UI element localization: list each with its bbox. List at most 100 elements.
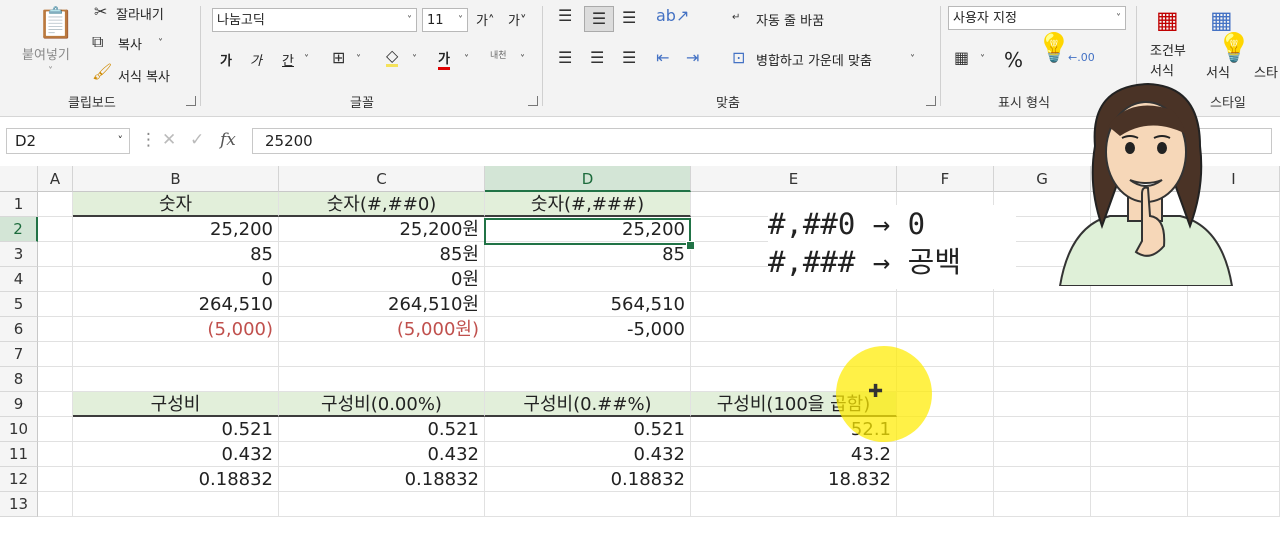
row-header-6[interactable]: 6: [0, 317, 38, 342]
cell[interactable]: [485, 342, 691, 367]
row-header-7[interactable]: 7: [0, 342, 38, 367]
cell[interactable]: [73, 492, 279, 517]
table-cell[interactable]: (5,000원): [279, 317, 485, 342]
chevron-down-icon[interactable]: ˅: [412, 52, 417, 68]
border-icon[interactable]: ⊞: [332, 50, 345, 66]
cell[interactable]: [691, 317, 897, 342]
column-header-f[interactable]: F: [897, 166, 994, 192]
table-cell[interactable]: 0.521: [279, 417, 485, 442]
cell[interactable]: [38, 367, 73, 392]
table-cell[interactable]: (5,000): [73, 317, 279, 342]
column-header-b[interactable]: B: [73, 166, 279, 192]
cell[interactable]: [38, 342, 73, 367]
cell[interactable]: [691, 492, 897, 517]
accounting-format-icon[interactable]: ▦: [954, 50, 969, 66]
grow-font-button[interactable]: 가˄: [476, 10, 494, 29]
orientation-icon[interactable]: ab↗: [656, 8, 689, 24]
chevron-down-icon[interactable]: ˅: [356, 52, 361, 68]
copy-button[interactable]: 복사: [118, 34, 142, 53]
table-header-cell[interactable]: 숫자: [73, 192, 279, 217]
align-top-icon[interactable]: ☰: [558, 8, 572, 24]
row-header-4[interactable]: 4: [0, 267, 38, 292]
cell[interactable]: [1091, 492, 1188, 517]
table-cell[interactable]: 0.521: [485, 417, 691, 442]
cell[interactable]: [1091, 417, 1188, 442]
percent-button[interactable]: %: [1004, 48, 1023, 72]
cell[interactable]: [1188, 367, 1280, 392]
row-header-9[interactable]: 9: [0, 392, 38, 417]
enter-icon[interactable]: ✓: [190, 130, 204, 150]
table-cell[interactable]: 85원: [279, 242, 485, 267]
name-box[interactable]: D2 ˅: [6, 128, 130, 154]
cell[interactable]: [1188, 442, 1280, 467]
dialog-launcher-icon[interactable]: [528, 96, 538, 106]
row-header-11[interactable]: 11: [0, 442, 38, 467]
table-cell[interactable]: -5,000: [485, 317, 691, 342]
cell[interactable]: [38, 492, 73, 517]
cell[interactable]: [38, 292, 73, 317]
dialog-launcher-icon[interactable]: [186, 96, 196, 106]
select-all-corner[interactable]: [0, 166, 38, 192]
cell[interactable]: [1188, 317, 1280, 342]
cell[interactable]: [994, 467, 1091, 492]
merge-center-button[interactable]: 병합하고 가운데 맞춤: [756, 50, 872, 69]
table-cell[interactable]: 0.521: [73, 417, 279, 442]
column-header-a[interactable]: A: [38, 166, 73, 192]
table-cell[interactable]: 25,200: [73, 217, 279, 242]
cell[interactable]: [897, 442, 994, 467]
table-cell[interactable]: 0.18832: [279, 467, 485, 492]
cell[interactable]: [994, 367, 1091, 392]
row-header-5[interactable]: 5: [0, 292, 38, 317]
copy-icon[interactable]: ⧉: [92, 34, 103, 50]
font-name-select[interactable]: 나눔고딕 ˅: [212, 8, 417, 32]
cell[interactable]: [994, 492, 1091, 517]
cell[interactable]: [38, 467, 73, 492]
merge-center-icon[interactable]: ⊡: [732, 50, 745, 66]
shrink-font-button[interactable]: 가˅: [508, 10, 526, 29]
paste-button[interactable]: 붙여넣기: [22, 44, 70, 63]
cell[interactable]: [1091, 442, 1188, 467]
table-header-cell[interactable]: 구성비: [73, 392, 279, 417]
cell[interactable]: [73, 367, 279, 392]
table-cell[interactable]: 0원: [279, 267, 485, 292]
format-painter-icon[interactable]: 🖌: [92, 64, 112, 80]
table-header-cell[interactable]: 구성비(0.00%): [279, 392, 485, 417]
chevron-down-icon[interactable]: ˅: [158, 36, 163, 52]
font-size-select[interactable]: 11 ˅: [422, 8, 468, 32]
more-options-icon[interactable]: ⋮: [140, 130, 157, 150]
decrease-indent-icon[interactable]: ⇤: [656, 50, 669, 66]
table-header-cell[interactable]: 숫자(#,##0): [279, 192, 485, 217]
cancel-icon[interactable]: ✕: [162, 130, 176, 150]
table-cell[interactable]: 25,200원: [279, 217, 485, 242]
cell[interactable]: [994, 392, 1091, 417]
column-header-c[interactable]: C: [279, 166, 485, 192]
bold-button[interactable]: 가: [220, 50, 232, 69]
cell[interactable]: [994, 292, 1091, 317]
table-cell[interactable]: 264,510원: [279, 292, 485, 317]
cell[interactable]: [1091, 342, 1188, 367]
cell[interactable]: [279, 342, 485, 367]
chevron-down-icon[interactable]: ˅: [910, 52, 915, 68]
chevron-down-icon[interactable]: ˅: [48, 64, 53, 80]
cell[interactable]: [279, 492, 485, 517]
italic-button[interactable]: 가: [250, 50, 262, 69]
conditional-format-icon[interactable]: ▦: [1156, 6, 1179, 34]
cell[interactable]: [73, 342, 279, 367]
chevron-down-icon[interactable]: ˅: [980, 52, 985, 68]
number-format-select[interactable]: 사용자 지정 ˅: [948, 6, 1126, 30]
cell[interactable]: [1091, 467, 1188, 492]
wrap-text-icon[interactable]: ↵: [732, 10, 740, 26]
cell[interactable]: [38, 242, 73, 267]
cell[interactable]: [1188, 467, 1280, 492]
wrap-text-button[interactable]: 자동 줄 바꿈: [756, 10, 824, 29]
table-cell[interactable]: 0.432: [279, 442, 485, 467]
row-header-12[interactable]: 12: [0, 467, 38, 492]
cell[interactable]: [38, 392, 73, 417]
cell[interactable]: [38, 192, 73, 217]
underline-button[interactable]: 간: [282, 50, 294, 69]
cell[interactable]: [897, 492, 994, 517]
cell[interactable]: [1091, 392, 1188, 417]
cell[interactable]: [1091, 367, 1188, 392]
insert-function-button[interactable]: fx: [220, 130, 236, 150]
row-header-13[interactable]: 13: [0, 492, 38, 517]
